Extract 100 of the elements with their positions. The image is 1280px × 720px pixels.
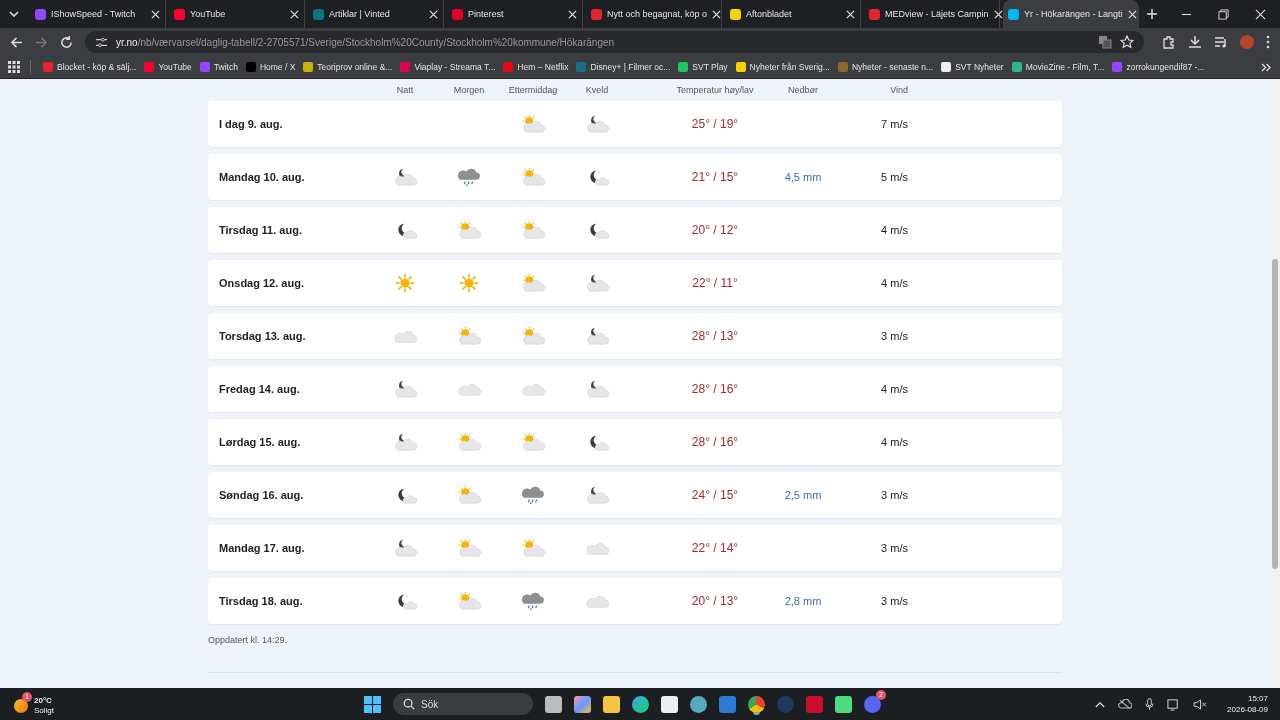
moon-behind-cloud-icon [392,379,418,399]
plus-icon[interactable] [1146,8,1158,20]
moon-behind-cloud-icon [392,167,418,187]
clock-date-text: 2026-08-09 [1227,704,1268,715]
close-icon[interactable] [429,9,438,19]
chevron-down-icon[interactable] [8,8,20,20]
column-header: Vind [890,85,908,95]
restore-icon[interactable] [1218,8,1229,20]
bookmark-link[interactable]: Teoriprov online &... [299,62,397,72]
apps-grid-icon[interactable] [8,61,20,73]
sun-behind-cloud-icon [520,273,546,293]
wind-speed-text: 4 m/s [881,224,908,236]
moon-behind-cloud-icon [584,326,610,346]
bookmark-link[interactable]: Blocket - köp & sälj... [39,62,141,72]
column-header: Morgen [453,85,485,95]
close-icon[interactable] [846,9,855,19]
wind-speed-text: 4 m/s [881,277,908,289]
close-icon[interactable] [290,9,299,19]
close-icon[interactable] [151,9,160,19]
back-arrow-icon[interactable] [10,35,23,49]
forward-arrow-icon[interactable] [35,35,48,49]
bookmark-link[interactable]: Twitch [195,62,242,72]
sun-behind-cloud-icon [520,114,546,134]
bookmark-link[interactable]: Home / X [241,62,300,72]
extensions-icon[interactable] [1162,35,1176,49]
wind-speed-text: 3 m/s [881,489,908,501]
moon-behind-cloud-icon [392,538,418,558]
cloud-off-icon[interactable] [1118,698,1133,710]
site-settings-icon [95,35,108,49]
sun-behind-cloud-icon [520,538,546,558]
day-label: Onsdag 12. aug. [219,277,305,289]
close-icon[interactable] [993,9,1003,19]
moon-behind-cloud-icon [584,114,610,134]
bookmark-link[interactable]: MovieZine - Film, T... [1007,62,1109,72]
moon-behind-cloud-icon [392,432,418,452]
precipitation-text: 2,5 mm [784,489,822,501]
search-icon [403,698,415,710]
browser-tab[interactable]: Yr - Hökarängen - Langti [1003,0,1139,28]
moon-behind-cloud-icon [584,485,610,505]
sun-behind-cloud-icon [520,432,546,452]
more-vertical-icon[interactable] [1266,35,1270,49]
wind-speed-text: 7 m/s [881,118,908,130]
rain-cloud-icon [520,485,546,505]
day-label: Mandag 17. aug. [219,542,306,554]
column-header: Natt [396,85,414,95]
microphone-icon[interactable] [1145,697,1155,711]
day-label: Tirsdag 18. aug. [219,595,304,607]
wind-speed-text: 3 m/s [881,595,908,607]
bookmark-link[interactable]: Nyheter - senaste n... [833,62,938,72]
sun-behind-cloud-icon [520,326,546,346]
double-chevron-icon[interactable] [1261,62,1272,72]
rain-cloud-icon [520,591,546,611]
windows-start-icon[interactable] [364,695,381,713]
bookmark-link[interactable]: zorrokungendif87 -... [1108,62,1209,72]
close-icon[interactable] [568,9,577,19]
temperature-text: 22° / 14° [691,541,739,555]
column-header: Nedbør [788,85,818,95]
day-label: I dag 9. aug. [219,118,284,130]
taskbar-search-field[interactable]: Sök [393,693,533,715]
address-bar[interactable]: yr.no/nb/værvarsel/daglig-tabell/2-2705571/Sverige/Stockholm%20County/Stockholm%20kommune/Hökarängen [85,31,1144,53]
chevron-up-icon[interactable] [1095,700,1106,708]
day-label: Søndag 16. aug. [219,489,305,501]
star-icon[interactable] [1120,35,1134,49]
rain-cloud-icon [456,167,482,187]
moon-behind-cloud-icon [584,273,610,293]
temperature-text: 28° / 13° [691,329,739,343]
temperature-text: 20° / 13° [691,594,739,608]
bookmark-link[interactable]: Hem – Netflix [499,62,573,72]
url-text: yr.no/nb/værvarsel/daglig-tabell/2-2705571/Sverige/Stockholm%20County/Stockholm%20kommune/Hökarängen [116,36,615,48]
bookmark-link[interactable]: YouTube [140,62,196,72]
close-icon[interactable] [712,9,722,19]
clock-time-text: 15:07 [1247,693,1268,704]
column-header: Kveld [585,85,609,95]
wind-speed-text: 5 m/s [881,171,908,183]
sun-behind-cloud-icon [520,167,546,187]
close-icon[interactable] [1127,9,1137,19]
sun-behind-cloud-icon [520,220,546,240]
close-icon[interactable] [1255,8,1266,20]
bookmark-link[interactable]: Disney+ | Filmer oc... [572,62,675,72]
media-playlist-icon[interactable] [1214,35,1228,49]
bookmark-link[interactable]: SVT Play [674,62,732,72]
temperature-text: 20° / 12° [691,223,739,237]
translate-icon[interactable] [1098,35,1112,49]
network-icon[interactable] [1167,697,1181,711]
speaker-muted-icon[interactable] [1193,698,1209,710]
updated-time-text: Oppdatert kl. 14:29. [208,635,289,645]
temperature-text: 28° / 16° [691,382,739,396]
precipitation-text: 4,5 mm [784,171,822,183]
reload-icon[interactable] [60,35,73,49]
scrollbar[interactable] [1270,79,1280,688]
temperature-text: 24° / 15° [691,488,739,502]
day-label: Torsdag 13. aug. [219,330,307,342]
temperature-text: 20°C [34,695,53,706]
wind-speed-text: 3 m/s [881,330,908,342]
bookmark-link[interactable]: Nyheter från Sverig... [731,62,834,72]
download-icon[interactable] [1188,35,1202,49]
bookmark-link[interactable]: SVT Nyheter [937,62,1008,72]
wind-speed-text: 3 m/s [881,542,908,554]
bookmark-link[interactable]: Viaplay - Streama T... [396,62,500,72]
sun-behind-cloud-icon [456,326,482,346]
